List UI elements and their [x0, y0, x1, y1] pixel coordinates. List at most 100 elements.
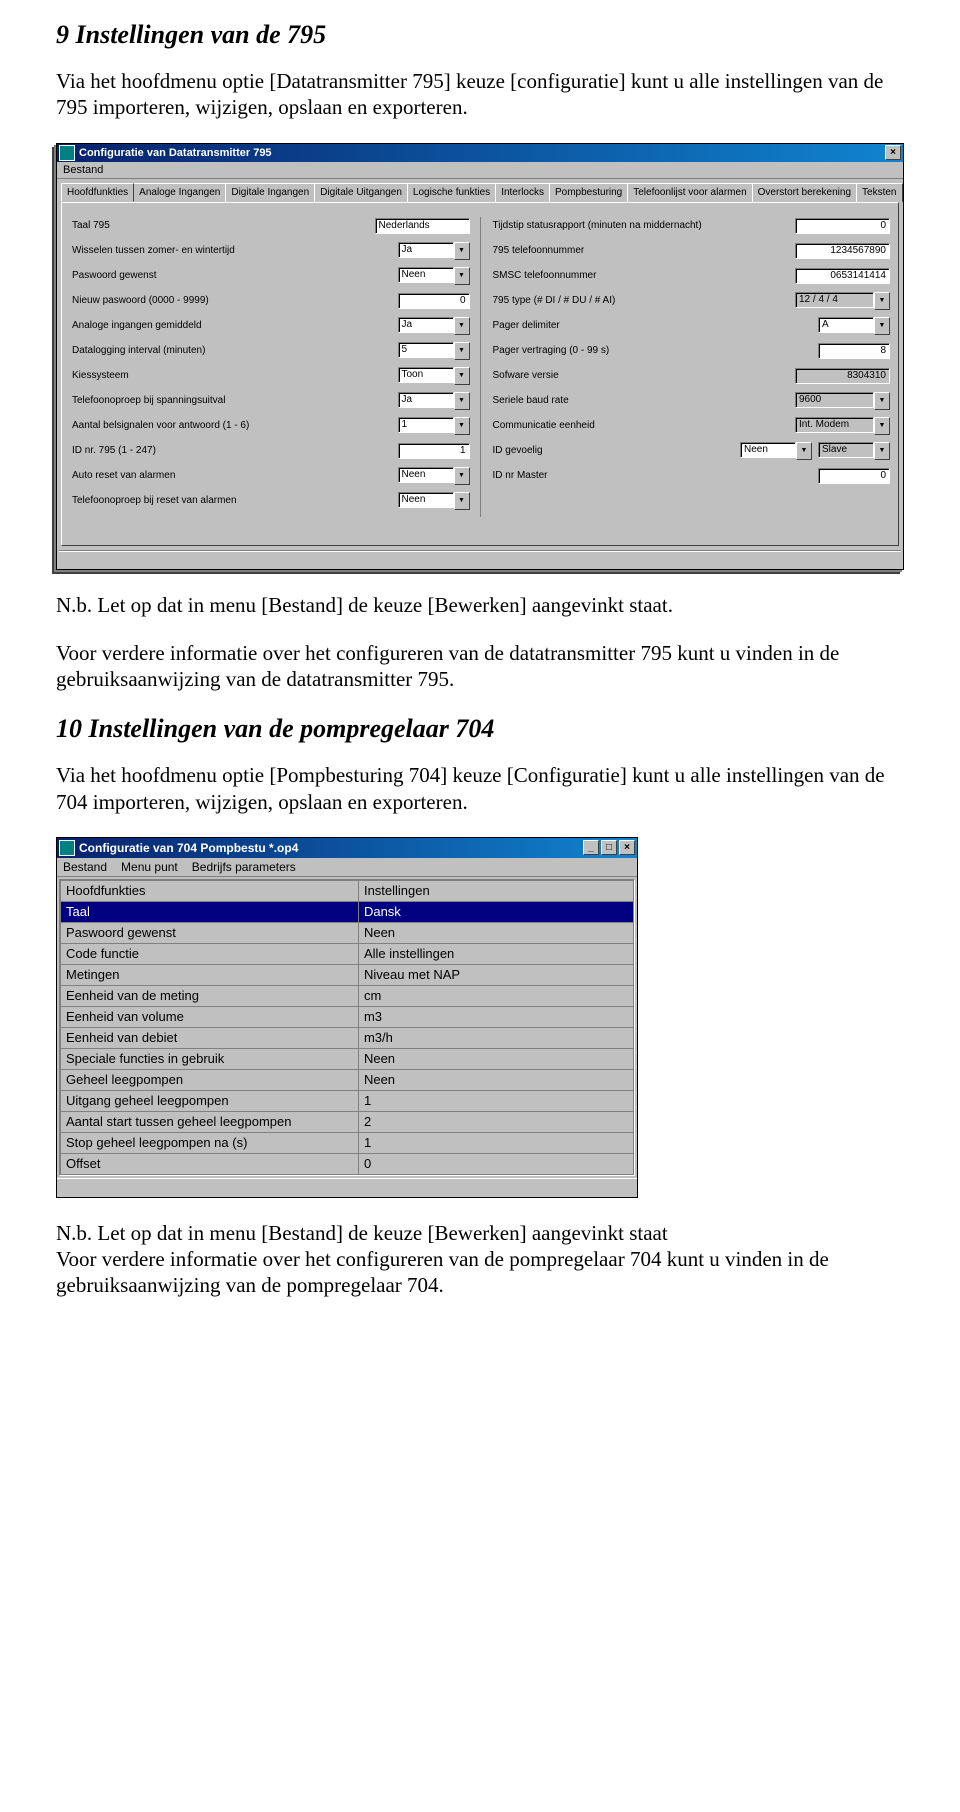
table-row[interactable]: Stop geheel leegpompen na (s)1: [61, 1132, 634, 1153]
setting-value[interactable]: Neen: [358, 1069, 633, 1090]
text-input: 8304310: [795, 368, 890, 384]
table-row[interactable]: Aantal start tussen geheel leegpompen2: [61, 1111, 634, 1132]
setting-value[interactable]: Niveau met NAP: [358, 964, 633, 985]
menu-bedrijfs-parameters[interactable]: Bedrijfs parameters: [192, 860, 296, 874]
field-label: Analoge ingangen gemiddeld: [70, 320, 398, 331]
config-704-window: Configuratie van 704 Pompbestu *.op4 _ □…: [56, 837, 638, 1198]
field-label: ID gevoelig: [491, 445, 735, 456]
number-input[interactable]: 0: [818, 468, 890, 484]
setting-value[interactable]: m3: [358, 1006, 633, 1027]
chevron-down-icon[interactable]: ▼: [454, 392, 470, 410]
setting-value[interactable]: 1: [358, 1090, 633, 1111]
titlebar-795: Configuratie van Datatransmitter 795 ×: [57, 144, 903, 162]
setting-value[interactable]: Alle instellingen: [358, 943, 633, 964]
dropdown[interactable]: Neen▼: [398, 467, 470, 485]
setting-name: Geheel leegpompen: [61, 1069, 359, 1090]
setting-value[interactable]: 0: [358, 1153, 633, 1174]
chevron-down-icon[interactable]: ▼: [454, 467, 470, 485]
tab-digitale-uitgangen[interactable]: Digitale Uitgangen: [314, 183, 408, 202]
table-row[interactable]: Eenheid van debietm3/h: [61, 1027, 634, 1048]
dropdown[interactable]: Ja▼: [398, 242, 470, 260]
number-input[interactable]: 8: [818, 343, 890, 359]
tab-logische-funkties[interactable]: Logische funkties: [407, 183, 496, 202]
dropdown[interactable]: Ja▼: [398, 317, 470, 335]
number-input[interactable]: 0: [398, 293, 470, 309]
tab-digitale-ingangen[interactable]: Digitale Ingangen: [225, 183, 315, 202]
tab-interlocks[interactable]: Interlocks: [495, 183, 550, 202]
app-icon: [59, 145, 75, 161]
field-row: Telefoonoproep bij reset van alarmenNeen…: [70, 492, 470, 510]
chevron-down-icon[interactable]: ▼: [454, 492, 470, 510]
field-row: Telefoonoproep bij spanningsuitvalJa▼: [70, 392, 470, 410]
chevron-down-icon[interactable]: ▼: [454, 417, 470, 435]
dropdown[interactable]: 1▼: [398, 417, 470, 435]
chevron-down-icon[interactable]: ▼: [796, 442, 812, 460]
table-row[interactable]: Eenheid van de metingcm: [61, 985, 634, 1006]
dropdown[interactable]: Neen▼: [398, 492, 470, 510]
setting-name: Metingen: [61, 964, 359, 985]
table-row[interactable]: TaalDansk: [61, 901, 634, 922]
setting-value[interactable]: cm: [358, 985, 633, 1006]
number-input[interactable]: 0: [795, 218, 890, 234]
chevron-down-icon[interactable]: ▼: [874, 317, 890, 335]
field-label: 795 type (# DI / # DU / # AI): [491, 295, 790, 306]
field-row: Pager vertraging (0 - 99 s) 8: [491, 342, 891, 360]
chevron-down-icon[interactable]: ▼: [454, 317, 470, 335]
table-row[interactable]: Offset0: [61, 1153, 634, 1174]
chevron-down-icon[interactable]: ▼: [454, 342, 470, 360]
text-input[interactable]: Nederlands: [375, 218, 470, 234]
tab-teksten[interactable]: Teksten: [856, 183, 902, 202]
app-icon: [59, 840, 75, 856]
dropdown-value: Neen: [398, 267, 454, 283]
maximize-icon[interactable]: □: [601, 840, 617, 855]
dropdown[interactable]: Neen▼: [398, 267, 470, 285]
menu-menu-punt[interactable]: Menu punt: [121, 860, 178, 874]
dropdown: 12 / 4 / 4▼: [795, 292, 890, 310]
menubar-795[interactable]: Bestand: [57, 162, 903, 179]
table-row[interactable]: Uitgang geheel leegpompen1: [61, 1090, 634, 1111]
setting-value[interactable]: Neen: [358, 1048, 633, 1069]
number-input[interactable]: 1234567890: [795, 243, 890, 259]
tab-overstort-berekening[interactable]: Overstort berekening: [752, 183, 857, 202]
close-icon[interactable]: ×: [619, 840, 635, 855]
dropdown[interactable]: Toon▼: [398, 367, 470, 385]
tab-pompbesturing[interactable]: Pompbesturing: [549, 183, 628, 202]
field-row: ID gevoelig Neen▼ Slave▼: [491, 442, 891, 460]
section-9-intro: Via het hoofdmenu optie [Datatransmitter…: [56, 68, 904, 121]
tab-analoge-ingangen[interactable]: Analoge Ingangen: [133, 183, 226, 202]
field-label: Pager vertraging (0 - 99 s): [491, 345, 813, 356]
setting-value[interactable]: m3/h: [358, 1027, 633, 1048]
dropdown[interactable]: A▼: [818, 317, 890, 335]
setting-value[interactable]: Dansk: [358, 901, 633, 922]
menu-bestand[interactable]: Bestand: [63, 860, 107, 874]
table-row[interactable]: Paswoord gewenstNeen: [61, 922, 634, 943]
table-row[interactable]: MetingenNiveau met NAP: [61, 964, 634, 985]
setting-value[interactable]: Neen: [358, 922, 633, 943]
setting-value[interactable]: 1: [358, 1132, 633, 1153]
setting-name: Stop geheel leegpompen na (s): [61, 1132, 359, 1153]
dropdown[interactable]: Neen▼: [740, 442, 812, 460]
tab-hoofdfunkties[interactable]: Hoofdfunkties: [61, 183, 134, 202]
menubar-704[interactable]: Bestand Menu punt Bedrijfs parameters: [57, 858, 637, 877]
number-input[interactable]: 1: [398, 443, 470, 459]
field-row: KiessysteemToon▼: [70, 367, 470, 385]
chevron-down-icon[interactable]: ▼: [454, 242, 470, 260]
chevron-down-icon[interactable]: ▼: [454, 367, 470, 385]
column-header: Instellingen: [358, 880, 633, 901]
minimize-icon[interactable]: _: [583, 840, 599, 855]
table-row[interactable]: Code functieAlle instellingen: [61, 943, 634, 964]
field-label: Telefoonoproep bij reset van alarmen: [70, 495, 398, 506]
table-row[interactable]: Speciale functies in gebruikNeen: [61, 1048, 634, 1069]
table-row[interactable]: Eenheid van volumem3: [61, 1006, 634, 1027]
chevron-down-icon[interactable]: ▼: [454, 267, 470, 285]
table-row[interactable]: Geheel leegpompenNeen: [61, 1069, 634, 1090]
close-icon[interactable]: ×: [885, 145, 901, 160]
dropdown-value: 5: [398, 342, 454, 358]
dropdown[interactable]: Ja▼: [398, 392, 470, 410]
field-row: 795 type (# DI / # DU / # AI) 12 / 4 / 4▼: [491, 292, 891, 310]
setting-value[interactable]: 2: [358, 1111, 633, 1132]
dropdown[interactable]: 5▼: [398, 342, 470, 360]
number-input[interactable]: 0653141414: [795, 268, 890, 284]
dropdown: Slave▼: [818, 442, 890, 460]
tab-telefoonlijst-voor-alarmen[interactable]: Telefoonlijst voor alarmen: [627, 183, 752, 202]
